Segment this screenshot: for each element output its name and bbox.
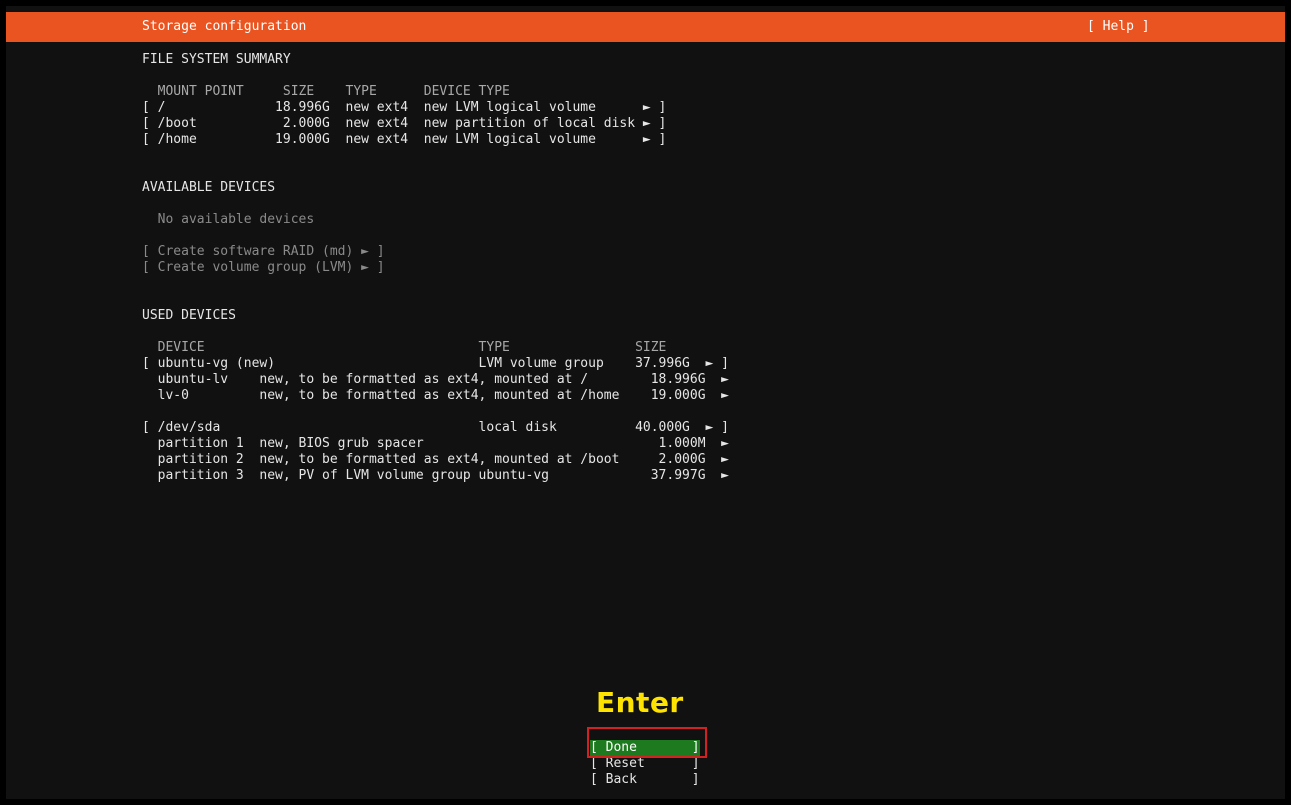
fs-row-root[interactable]: [ / 18.996G new ext4 new LVM logical vol… — [142, 100, 666, 116]
device-child-partition-3[interactable]: partition 3 new, PV of LVM volume group … — [142, 468, 729, 484]
used-devices-heading: USED DEVICES — [142, 308, 236, 323]
reset-button[interactable]: [ Reset ] — [590, 756, 700, 772]
installer-screen: Storage configuration [ Help ] FILE SYST… — [6, 6, 1285, 799]
fs-summary-columns: MOUNT POINT SIZE TYPE DEVICE TYPE — [142, 84, 510, 99]
screen-title: Storage configuration — [142, 19, 307, 34]
device-child-partition-2[interactable]: partition 2 new, to be formatted as ext4… — [142, 452, 729, 468]
create-lvm-button[interactable]: [ Create volume group (LVM) ► ] — [142, 260, 385, 276]
device-child-partition-1[interactable]: partition 1 new, BIOS grub spacer 1.000M… — [142, 436, 729, 452]
used-devices-columns: DEVICE TYPE SIZE — [142, 340, 667, 355]
title-bar: Storage configuration [ Help ] — [6, 12, 1285, 42]
enter-annotation-label: Enter — [596, 686, 684, 719]
fs-summary-heading: FILE SYSTEM SUMMARY — [142, 52, 291, 67]
fs-row-boot[interactable]: [ /boot 2.000G new ext4 new partition of… — [142, 116, 666, 132]
available-devices-heading: AVAILABLE DEVICES — [142, 180, 276, 195]
device-row-dev-sda[interactable]: [ /dev/sda local disk 40.000G ► ] — [142, 420, 729, 436]
back-button[interactable]: [ Back ] — [590, 772, 700, 788]
no-available-devices-text: No available devices — [142, 212, 315, 227]
done-highlight-box — [587, 727, 707, 758]
create-raid-button[interactable]: [ Create software RAID (md) ► ] — [142, 244, 385, 260]
device-row-ubuntu-vg[interactable]: [ ubuntu-vg (new) LVM volume group 37.99… — [142, 356, 729, 372]
fs-row-home[interactable]: [ /home 19.000G new ext4 new LVM logical… — [142, 132, 666, 148]
help-button[interactable]: [ Help ] — [1087, 19, 1150, 34]
device-child-ubuntu-lv[interactable]: ubuntu-lv new, to be formatted as ext4, … — [142, 372, 729, 388]
device-child-lv-0[interactable]: lv-0 new, to be formatted as ext4, mount… — [142, 388, 729, 404]
